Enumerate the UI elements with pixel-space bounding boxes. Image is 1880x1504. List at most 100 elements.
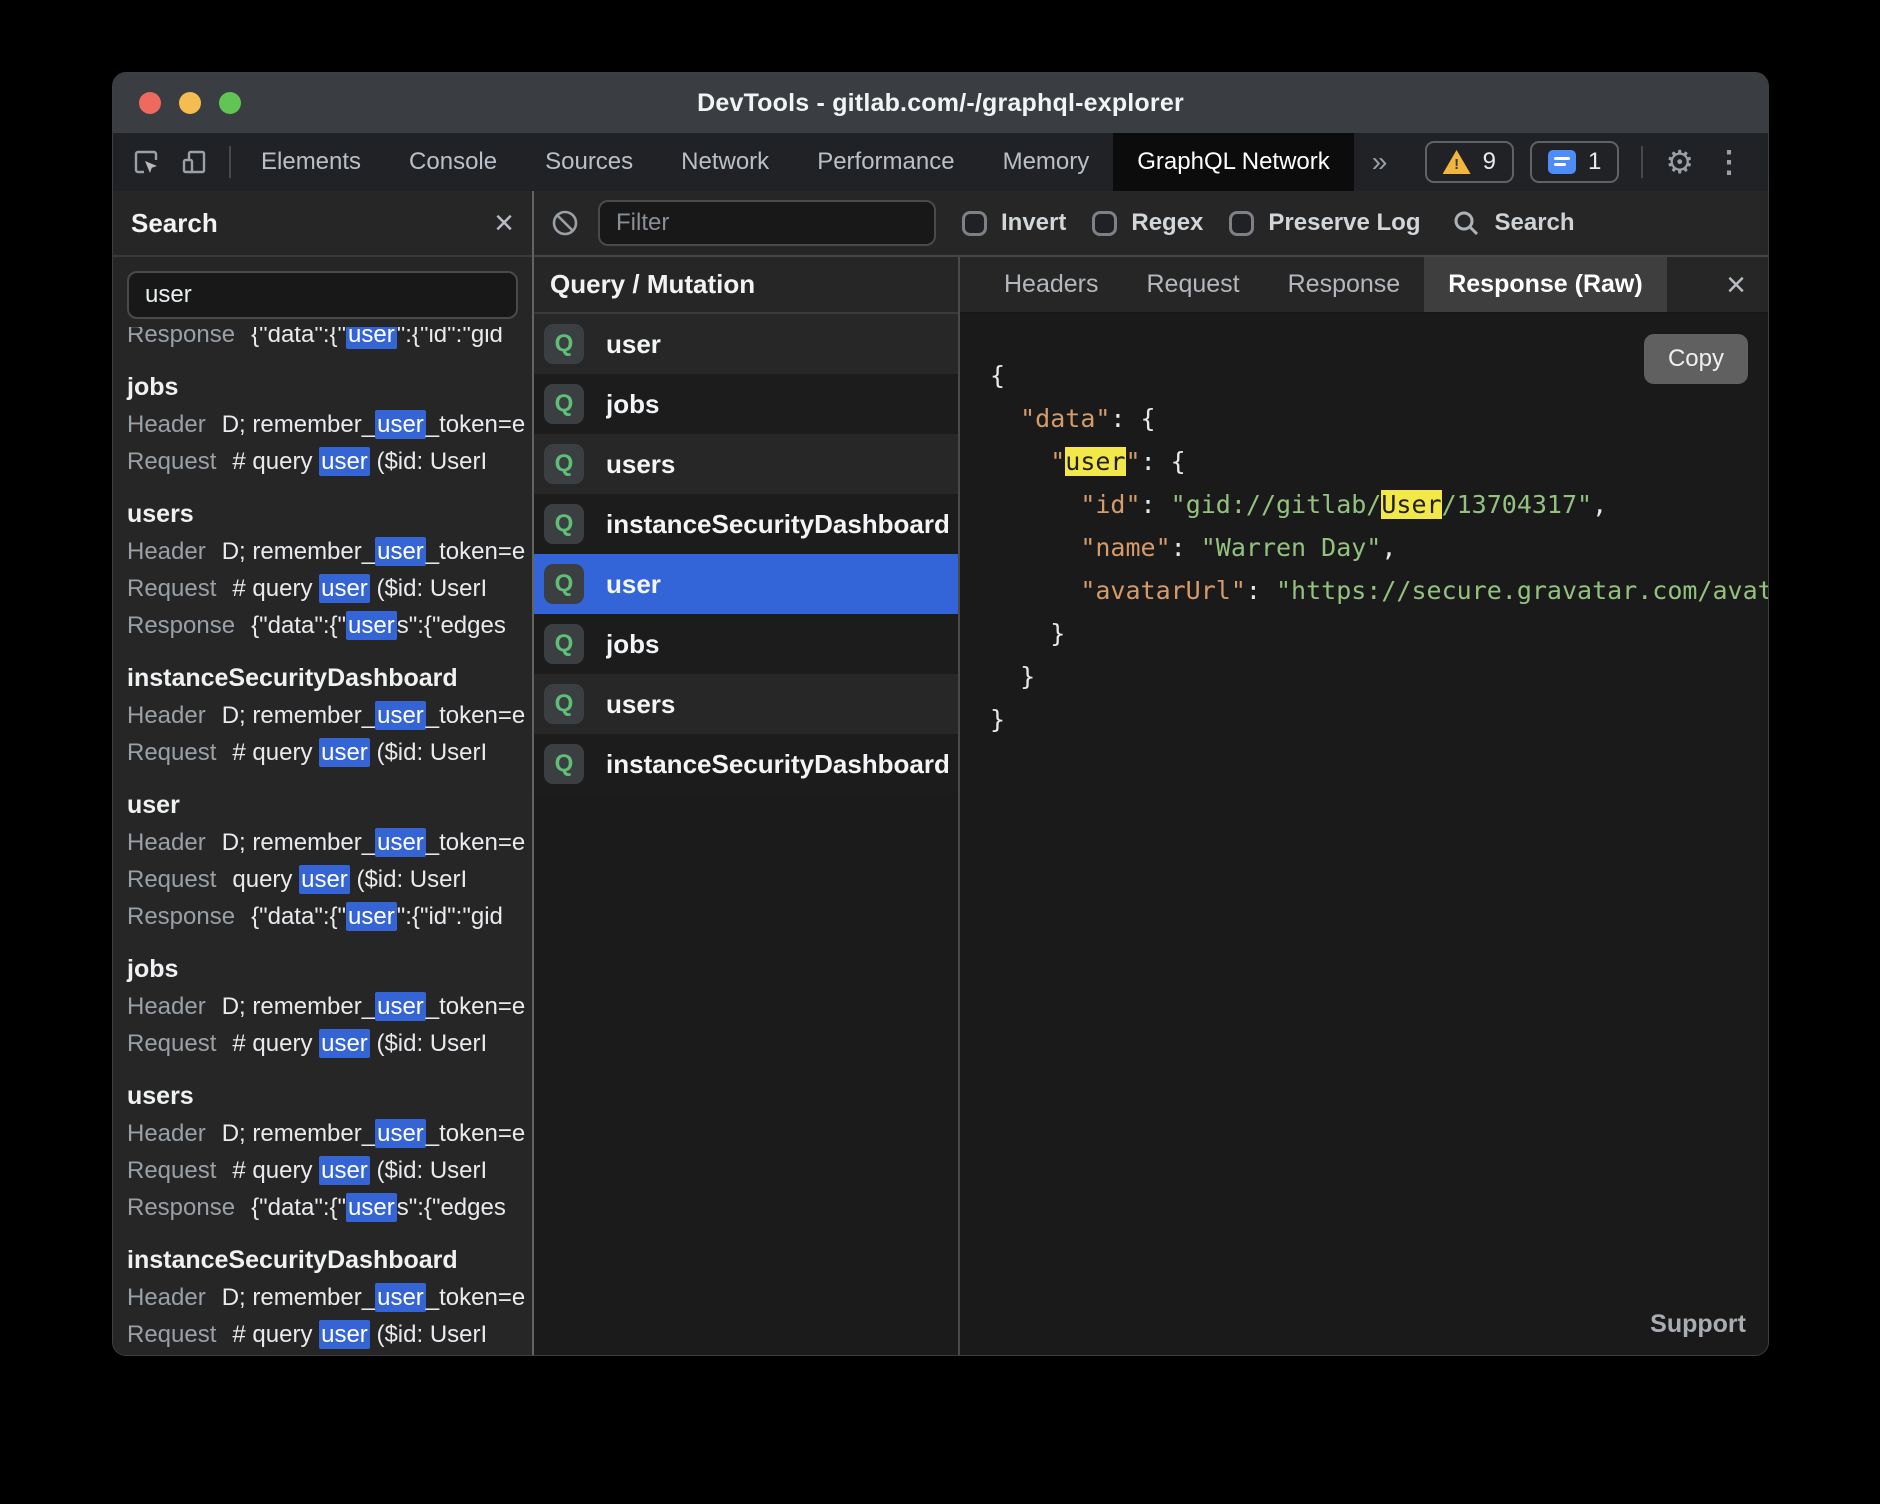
result-line[interactable]: Request# query user ($id: UserI	[127, 1316, 532, 1353]
json-token: "avatarUrl"	[1080, 576, 1246, 605]
json-token: :	[1246, 576, 1276, 605]
detail-tab-request[interactable]: Request	[1123, 257, 1264, 312]
search-result-section[interactable]: jobsHeaderD; remember_user_token=eReques…	[127, 951, 532, 1062]
search-panel-close-icon[interactable]: ×	[494, 206, 514, 240]
devtools-tab-sources[interactable]: Sources	[521, 133, 657, 191]
checkbox-label: Invert	[1001, 209, 1066, 237]
search-match-highlight: user	[319, 1320, 370, 1349]
search-match-highlight: user	[375, 1283, 426, 1312]
search-result-section[interactable]: usersHeaderD; remember_user_token=eReque…	[127, 1078, 532, 1226]
filter-checkbox-regex[interactable]: Regex	[1092, 209, 1203, 237]
json-line: "data": {	[990, 397, 1768, 440]
filter-checkbox-invert[interactable]: Invert	[962, 209, 1066, 237]
search-match-highlight: user	[375, 701, 426, 730]
result-line[interactable]: Request# query user ($id: UserI	[127, 443, 532, 480]
json-token	[990, 404, 1020, 433]
query-row-label: users	[606, 449, 675, 480]
device-toolbar-icon[interactable]	[179, 147, 209, 177]
result-line[interactable]: HeaderD; remember_user_token=e	[127, 1279, 532, 1316]
result-line-content: query user ($id: UserI	[232, 865, 467, 894]
devtools-tab-network[interactable]: Network	[657, 133, 793, 191]
warnings-badge[interactable]: ! 9	[1425, 141, 1514, 183]
result-line-label: Request	[127, 866, 216, 893]
toolbar-search[interactable]: Search	[1452, 209, 1574, 237]
result-line[interactable]: HeaderD; remember_user_token=e	[127, 533, 532, 570]
result-line[interactable]: Response{"data":{"users":{"edges	[127, 1189, 532, 1226]
json-content: { "data": { "user": { "id": "gid://gitla…	[990, 354, 1768, 741]
query-row-jobs[interactable]: Qjobs	[534, 374, 958, 434]
kebab-menu-icon[interactable]: ⋮	[1710, 145, 1748, 180]
search-input[interactable]	[127, 271, 518, 319]
result-line[interactable]: HeaderD; remember_user_token=e	[127, 988, 532, 1025]
search-result-section[interactable]: instanceSecurityDashboardHeaderD; rememb…	[127, 1242, 532, 1353]
detail-tab-response[interactable]: Response	[1264, 257, 1425, 312]
query-badge-icon: Q	[544, 384, 584, 424]
result-line-content: # query user ($id: UserI	[232, 738, 487, 767]
query-row-users[interactable]: Qusers	[534, 434, 958, 494]
window-title: DevTools - gitlab.com/-/graphql-explorer	[113, 89, 1768, 118]
result-section-title: instanceSecurityDashboard	[127, 660, 532, 697]
query-row-jobs[interactable]: Qjobs	[534, 614, 958, 674]
inspect-element-icon[interactable]	[131, 147, 161, 177]
json-token: }	[990, 705, 1005, 734]
search-result-section[interactable]: instanceSecurityDashboardHeaderD; rememb…	[127, 660, 532, 771]
support-link[interactable]: Support	[1650, 1310, 1746, 1339]
result-text: D; remember_	[222, 1120, 375, 1147]
result-line-content: D; remember_user_token=e	[222, 1119, 525, 1148]
result-line[interactable]: Request# query user ($id: UserI	[127, 1025, 532, 1062]
result-line[interactable]: HeaderD; remember_user_token=e	[127, 824, 532, 861]
result-line[interactable]: Request# query user ($id: UserI	[127, 1152, 532, 1189]
messages-count: 1	[1588, 148, 1601, 176]
search-match-highlight: user	[375, 992, 426, 1021]
detail-tab-response-raw[interactable]: Response (Raw)	[1424, 257, 1666, 312]
devtools-tab-graphql-network[interactable]: GraphQL Network	[1113, 133, 1354, 191]
json-token: "	[1126, 447, 1141, 476]
query-row-user[interactable]: Quser	[534, 314, 958, 374]
settings-gear-icon[interactable]: ⚙	[1665, 143, 1694, 181]
devtools-tab-elements[interactable]: Elements	[237, 133, 385, 191]
detail-close-icon[interactable]: ×	[1726, 268, 1768, 302]
query-row-label: instanceSecurityDashboard	[606, 749, 948, 780]
query-row-instanceSecurityDashboard[interactable]: QinstanceSecurityDashboard	[534, 734, 958, 794]
filter-checkbox-preserve-log[interactable]: Preserve Log	[1229, 209, 1420, 237]
result-line-content: D; remember_user_token=e	[222, 828, 525, 857]
json-token	[990, 490, 1080, 519]
result-line[interactable]: HeaderD; remember_user_token=e	[127, 406, 532, 443]
query-row-instanceSecurityDashboard[interactable]: QinstanceSecurityDashboard	[534, 494, 958, 554]
devtools-tab-performance[interactable]: Performance	[793, 133, 978, 191]
search-result-section[interactable]: usersHeaderD; remember_user_token=eReque…	[127, 496, 532, 644]
result-line[interactable]: Response{"data":{"users":{"edges	[127, 607, 532, 644]
messages-badge[interactable]: 1	[1530, 141, 1619, 183]
search-result-section[interactable]: userHeaderD; remember_user_token=eReques…	[127, 787, 532, 935]
result-line-content: # query user ($id: UserI	[232, 1029, 487, 1058]
devtools-tab-console[interactable]: Console	[385, 133, 521, 191]
result-text: ($id: UserI	[370, 1030, 487, 1057]
devtools-tabs: ElementsConsoleSourcesNetworkPerformance…	[237, 133, 1354, 191]
query-row-user[interactable]: Quser	[534, 554, 958, 614]
json-token	[990, 447, 1050, 476]
result-line[interactable]: Request query user ($id: UserI	[127, 861, 532, 898]
copy-button[interactable]: Copy	[1644, 334, 1748, 384]
result-line[interactable]: Request# query user ($id: UserI	[127, 734, 532, 771]
filter-input[interactable]	[598, 200, 936, 246]
json-token: "	[1050, 447, 1065, 476]
search-match-highlight: user	[346, 1193, 397, 1222]
detail-tab-headers[interactable]: Headers	[980, 257, 1123, 312]
result-line-content: # query user ($id: UserI	[232, 574, 487, 603]
query-row-users[interactable]: Qusers	[534, 674, 958, 734]
block-requests-icon[interactable]	[550, 208, 580, 238]
result-text: # query	[232, 739, 319, 766]
json-token: /13704317"	[1442, 490, 1593, 519]
search-result-section[interactable]: jobsHeaderD; remember_user_token=eReques…	[127, 369, 532, 480]
devtools-tab-memory[interactable]: Memory	[979, 133, 1114, 191]
search-result-partial-line[interactable]: Response{"data":{"user":{"id":"gid	[127, 327, 532, 353]
json-line: }	[990, 698, 1768, 741]
result-line[interactable]: Response{"data":{"user":{"id":"gid	[127, 898, 532, 935]
result-line[interactable]: HeaderD; remember_user_token=e	[127, 697, 532, 734]
more-tabs-chevron-icon[interactable]: »	[1354, 133, 1406, 191]
result-line[interactable]: HeaderD; remember_user_token=e	[127, 1115, 532, 1152]
search-match-highlight: user	[346, 611, 397, 640]
query-badge-icon: Q	[544, 744, 584, 784]
result-text: _token=e	[426, 538, 525, 565]
result-line[interactable]: Request# query user ($id: UserI	[127, 570, 532, 607]
